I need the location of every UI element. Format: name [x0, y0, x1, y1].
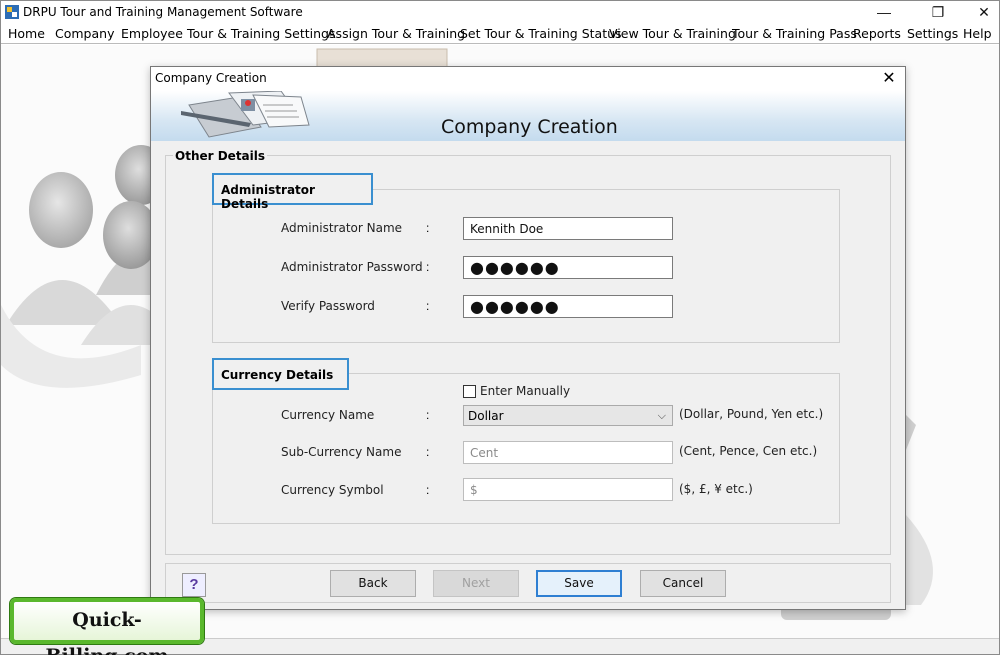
menu-help[interactable]: Help: [963, 26, 992, 41]
currency-symbol-hint: ($, £, ¥ etc.): [679, 482, 753, 496]
admin-password-label: Administrator Password: [281, 260, 423, 274]
sub-currency-colon: :: [426, 445, 430, 459]
sub-currency-label: Sub-Currency Name: [281, 445, 402, 459]
currency-name-select[interactable]: Dollar ⌵: [463, 405, 673, 426]
dialog-close-button[interactable]: ✕: [879, 69, 899, 89]
sub-currency-field[interactable]: Cent: [463, 441, 673, 464]
menu-settings[interactable]: Settings: [907, 26, 958, 41]
menu-tour-training-settings[interactable]: Tour & Training Settings: [187, 26, 335, 41]
enter-manually-checkbox[interactable]: [463, 385, 476, 398]
cancel-button[interactable]: Cancel: [640, 570, 726, 597]
company-creation-dialog: Company Creation ✕ Company Creation Othe…: [150, 66, 906, 610]
menu-company[interactable]: Company: [55, 26, 114, 41]
menu-reports[interactable]: Reports: [853, 26, 901, 41]
app-icon: [5, 5, 19, 19]
currency-symbol-colon: :: [426, 483, 430, 497]
dialog-header-title: Company Creation: [441, 116, 618, 138]
menu-assign-tour-training[interactable]: Assign Tour & Training: [327, 26, 465, 41]
dialog-title: Company Creation: [155, 71, 267, 85]
admin-name-colon: :: [426, 221, 430, 235]
app-title: DRPU Tour and Training Management Softwa…: [23, 5, 303, 19]
document-pen-icon: [181, 91, 310, 138]
enter-manually-label[interactable]: Enter Manually: [480, 384, 570, 398]
menu-bar: Home Company Employee Tour & Training Se…: [1, 23, 999, 44]
admin-name-label: Administrator Name: [281, 221, 403, 235]
dialog-header: Company Creation: [151, 91, 905, 141]
currency-name-hint: (Dollar, Pound, Yen etc.): [679, 407, 824, 421]
save-button[interactable]: Save: [536, 570, 622, 597]
verify-password-field[interactable]: ●●●●●●: [463, 295, 673, 318]
admin-password-field[interactable]: ●●●●●●: [463, 256, 673, 279]
menu-view-tour-training[interactable]: View Tour & Training: [609, 26, 736, 41]
help-icon[interactable]: ?: [182, 573, 206, 597]
currency-name-value: Dollar: [468, 409, 504, 423]
verify-password-label: Verify Password: [281, 299, 375, 313]
sub-currency-hint: (Cent, Pence, Cen etc.): [679, 444, 818, 458]
verify-password-colon: :: [426, 299, 430, 313]
chevron-down-icon: ⌵: [657, 409, 666, 422]
next-button[interactable]: Next: [433, 570, 519, 597]
minimize-button[interactable]: —: [861, 1, 907, 23]
close-button[interactable]: ✕: [961, 1, 1000, 23]
menu-employee[interactable]: Employee: [121, 26, 183, 41]
quick-billing-badge: Quick-Billing.com: [10, 598, 204, 655]
maximize-button[interactable]: ❐: [915, 1, 961, 23]
currency-name-colon: :: [426, 408, 430, 422]
currency-symbol-field[interactable]: $: [463, 478, 673, 501]
administrator-details-title: Administrator Details: [212, 173, 373, 211]
menu-tour-training-pass[interactable]: Tour & Training Pass: [732, 26, 857, 41]
other-details-caption: Other Details: [173, 149, 268, 163]
admin-password-colon: :: [426, 260, 430, 274]
currency-details-title: Currency Details: [212, 358, 349, 390]
currency-symbol-label: Currency Symbol: [281, 483, 384, 497]
title-bar: DRPU Tour and Training Management Softwa…: [1, 1, 999, 23]
menu-home[interactable]: Home: [8, 26, 45, 41]
button-panel: ? Back Next Save Cancel: [165, 563, 891, 603]
menu-set-tour-training-status[interactable]: Set Tour & Training Status: [460, 26, 622, 41]
back-button[interactable]: Back: [330, 570, 416, 597]
currency-name-label: Currency Name: [281, 408, 375, 422]
dialog-title-bar: Company Creation ✕: [151, 67, 905, 91]
admin-name-field[interactable]: Kennith Doe: [463, 217, 673, 240]
